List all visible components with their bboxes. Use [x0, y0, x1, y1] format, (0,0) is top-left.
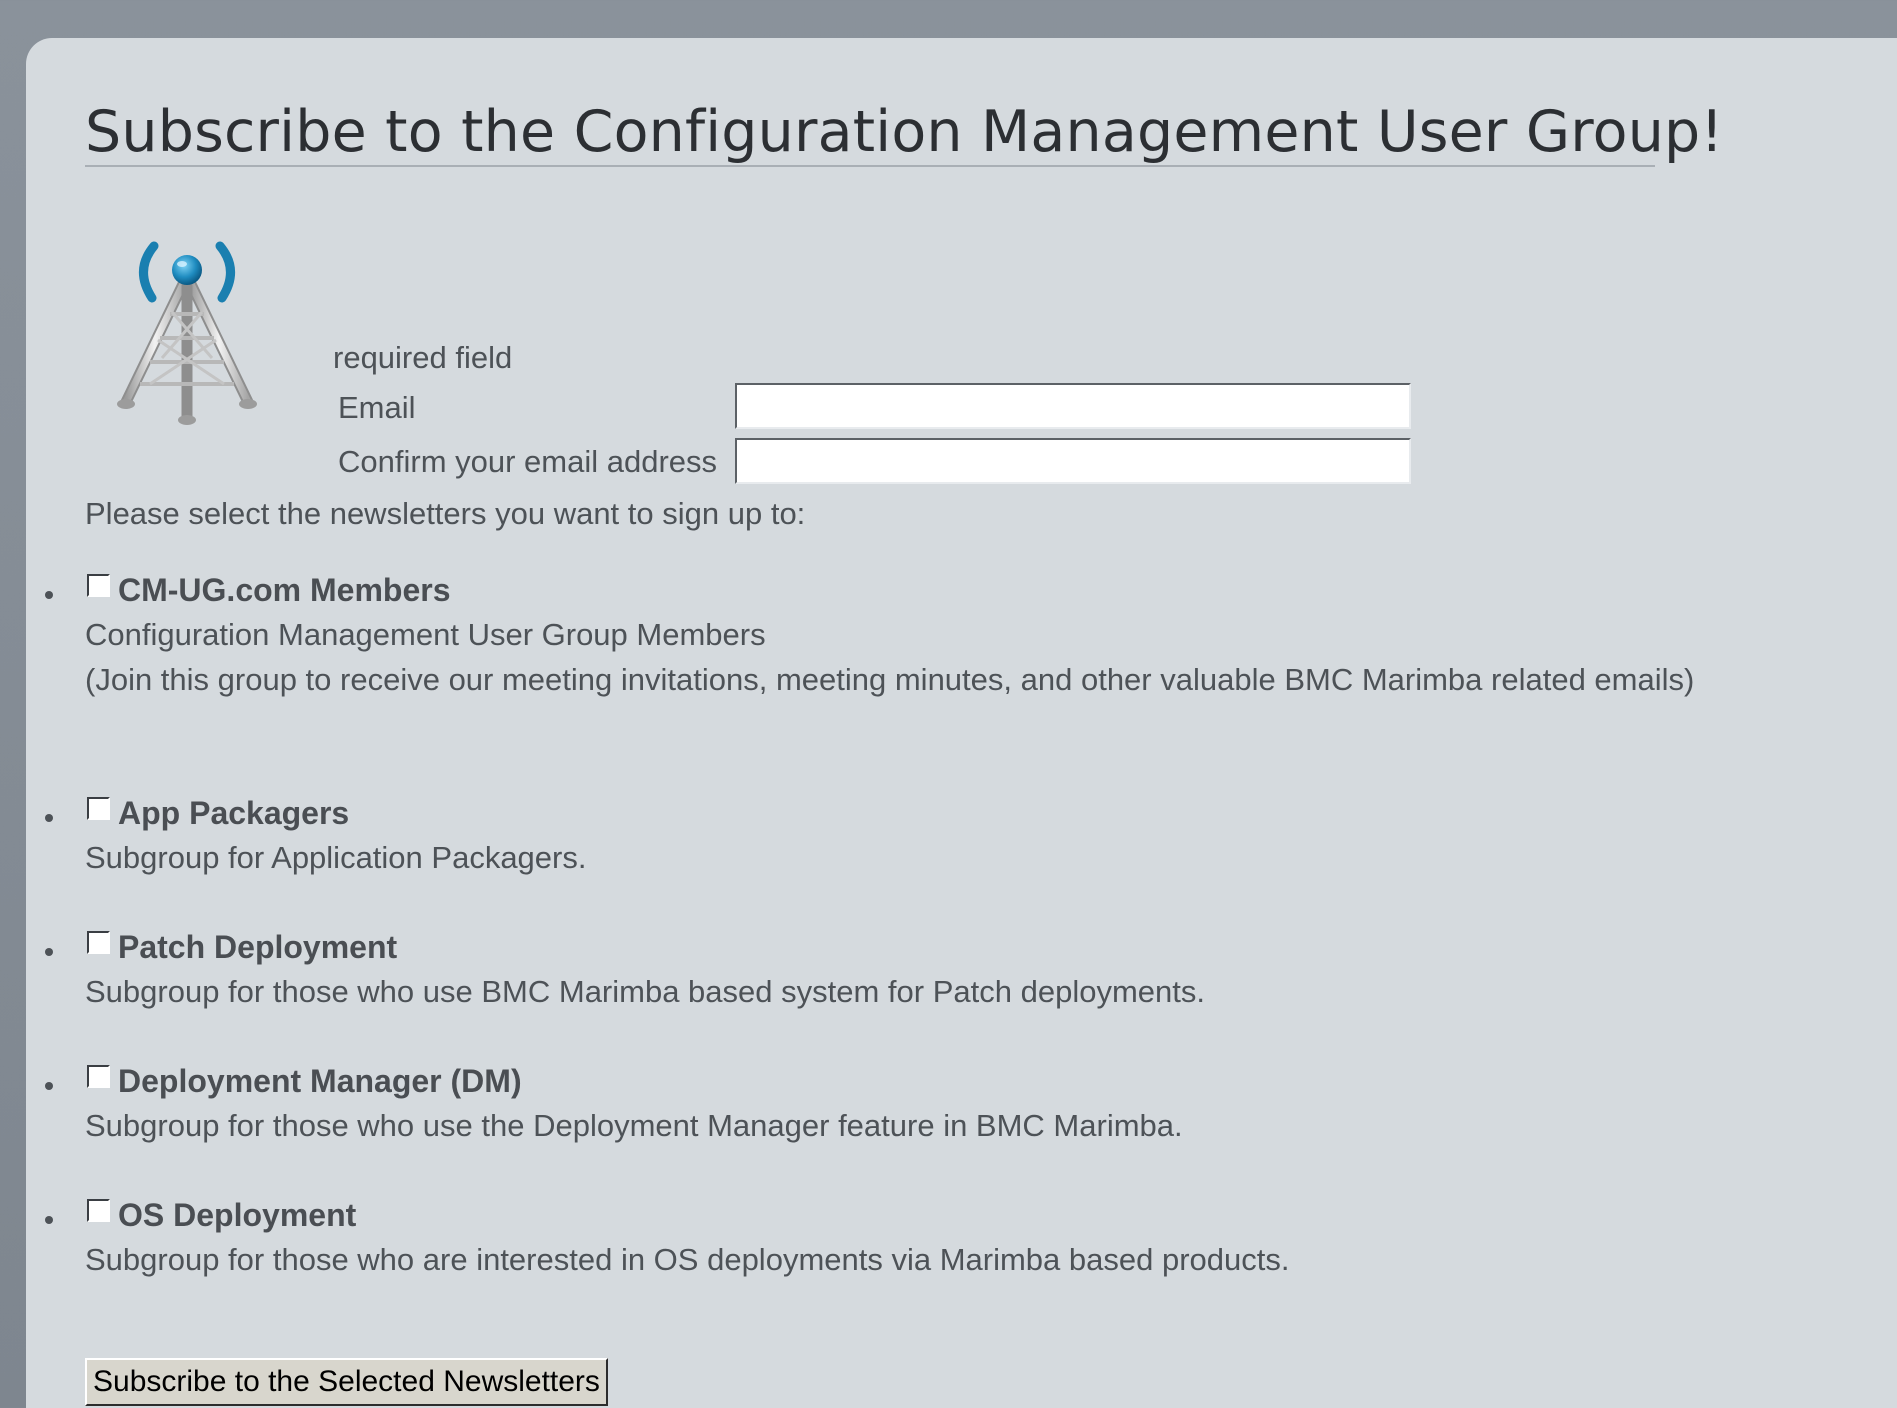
newsletter-description: Subgroup for those who use the Deploymen…	[85, 1108, 1183, 1143]
newsletter-title: OS Deployment	[118, 1197, 357, 1233]
page-title: Subscribe to the Configuration Managemen…	[85, 99, 1724, 165]
newsletter-title: CM-UG.com Members	[118, 572, 451, 608]
title-underline	[85, 165, 1655, 167]
newsletter-description: Subgroup for those who are interested in…	[85, 1242, 1290, 1277]
newsletter-description: Configuration Management User Group Memb…	[85, 617, 766, 652]
newsletter-checkbox-cm-ug-members[interactable]	[87, 574, 110, 597]
newsletter-checkbox-deployment-manager[interactable]	[87, 1065, 110, 1088]
email-input[interactable]	[735, 383, 1411, 429]
email-label: Email	[338, 390, 416, 425]
newsletter-checkbox-app-packagers[interactable]	[87, 797, 110, 820]
newsletter-title: Patch Deployment	[118, 929, 398, 965]
subscribe-button[interactable]: Subscribe to the Selected Newsletters	[85, 1358, 608, 1406]
list-bullet	[45, 814, 53, 822]
newsletter-title: App Packagers	[118, 795, 350, 831]
broadcast-tower-icon	[117, 241, 257, 425]
list-bullet	[45, 1216, 53, 1224]
newsletter-checkbox-patch-deployment[interactable]	[87, 931, 110, 954]
newsletter-title: Deployment Manager (DM)	[118, 1063, 522, 1099]
newsletter-description: Subgroup for those who use BMC Marimba b…	[85, 974, 1205, 1009]
list-bullet	[45, 948, 53, 956]
newsletter-select-prompt: Please select the newsletters you want t…	[85, 496, 806, 531]
newsletter-description: Subgroup for Application Packagers.	[85, 840, 587, 875]
list-bullet	[45, 591, 53, 599]
confirm-email-label: Confirm your email address	[338, 444, 718, 479]
confirm-email-input[interactable]	[735, 438, 1411, 484]
newsletter-note: (Join this group to receive our meeting …	[85, 662, 1695, 697]
list-bullet	[45, 1082, 53, 1090]
newsletter-checkbox-os-deployment[interactable]	[87, 1199, 110, 1222]
required-field-note: required field	[333, 340, 513, 375]
